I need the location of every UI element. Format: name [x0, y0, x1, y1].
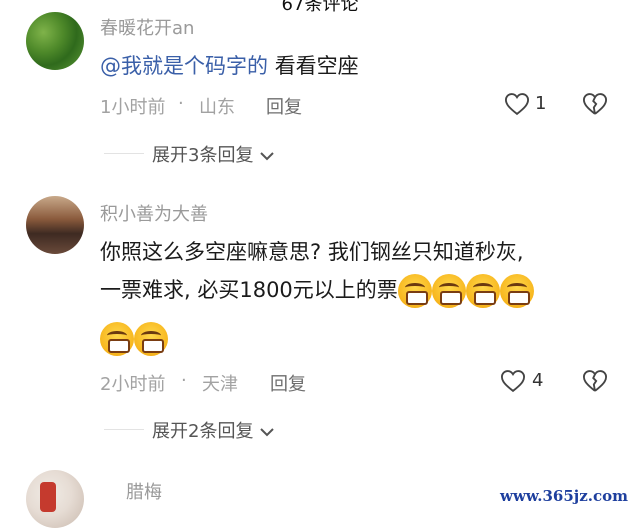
comment-text: @我就是个码字的 看看空座: [100, 50, 359, 82]
comment-separator: ·: [178, 93, 184, 114]
like-count: 1: [535, 93, 547, 114]
expand-replies-button[interactable]: 展开2条回复: [152, 417, 275, 443]
comment-time: 1小时前: [100, 97, 166, 118]
emoji-row: [100, 322, 168, 356]
comment-time: 2小时前: [100, 374, 166, 395]
laughing-emoji: [499, 274, 534, 308]
comment-username[interactable]: 春暖花开an: [100, 14, 194, 40]
laughing-emoji: [397, 274, 432, 308]
expand-replies-button[interactable]: 展开3条回复: [152, 141, 275, 167]
comment-line: 你照这么多空座嘛意思? 我们钢丝只知道秒灰,: [100, 240, 524, 264]
avatar[interactable]: [26, 196, 84, 254]
chevron-down-icon: [259, 426, 275, 438]
divider: [104, 429, 144, 430]
heart-icon[interactable]: [503, 90, 531, 118]
laughing-emoji: [100, 322, 134, 356]
mention-link[interactable]: @我就是个码字的: [100, 54, 268, 78]
comment-body: 一票难求, 必买1800元以上的票: [100, 278, 398, 302]
laughing-emoji: [431, 274, 466, 308]
reply-button[interactable]: 回复: [266, 93, 302, 119]
avatar[interactable]: [26, 12, 84, 70]
divider: [104, 153, 144, 154]
expand-replies-label: 展开3条回复: [152, 145, 254, 166]
comment-location: 山东: [199, 97, 235, 118]
broken-heart-icon[interactable]: [581, 367, 609, 395]
laughing-emoji: [465, 274, 500, 308]
broken-heart-icon[interactable]: [581, 90, 609, 118]
reply-button[interactable]: 回复: [270, 370, 306, 396]
heart-icon[interactable]: [499, 367, 527, 395]
comments-count-title: 67条评论: [281, 0, 359, 15]
comment-separator: ·: [181, 370, 187, 391]
comment-username[interactable]: 腊梅: [126, 478, 162, 504]
expand-replies-label: 展开2条回复: [152, 421, 254, 442]
comment-line: 一票难求, 必买1800元以上的票: [100, 274, 534, 308]
laughing-emoji: [134, 322, 168, 356]
comment-location: 天津: [202, 374, 238, 395]
comment-body: 看看空座: [274, 54, 359, 78]
like-count: 4: [532, 370, 544, 391]
comment-username[interactable]: 积小善为大善: [100, 200, 208, 226]
chevron-down-icon: [259, 150, 275, 162]
watermark: www.365jz.com: [500, 487, 628, 505]
avatar-figure: [40, 482, 56, 512]
